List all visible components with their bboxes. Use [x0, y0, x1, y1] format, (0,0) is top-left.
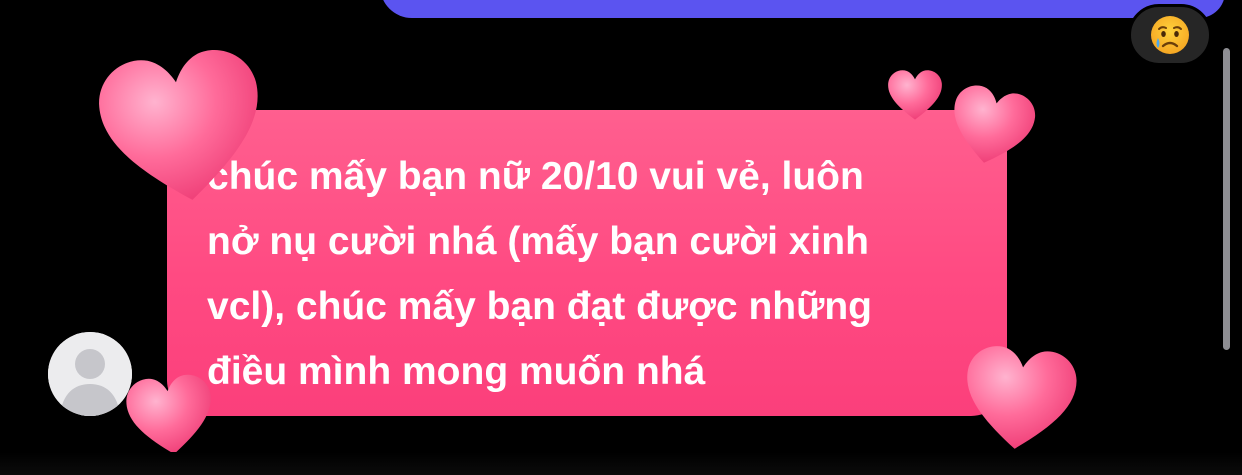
- heart-effect-icon: [888, 70, 942, 120]
- heart-effect-icon: [99, 50, 258, 200]
- chat-screen: chúc mấy bạn nữ 20/10 vui vẻ, luôn nở nụ…: [0, 0, 1242, 475]
- message-text: chúc mấy bạn nữ 20/10 vui vẻ, luôn nở nụ…: [207, 155, 872, 393]
- default-avatar-icon: [48, 332, 132, 416]
- bottom-fade: [0, 452, 1242, 475]
- scrollbar[interactable]: [1223, 48, 1230, 350]
- sent-message-bubble[interactable]: [380, 0, 1225, 18]
- heart-effect-icon: [126, 374, 211, 454]
- heart-effect-icon: [967, 346, 1077, 449]
- crying-face-icon: [1151, 16, 1189, 54]
- reaction-badge[interactable]: [1128, 4, 1212, 66]
- sender-avatar[interactable]: [48, 332, 132, 416]
- received-message-bubble[interactable]: chúc mấy bạn nữ 20/10 vui vẻ, luôn nở nụ…: [167, 110, 1007, 416]
- heart-effect-icon: [954, 85, 1036, 163]
